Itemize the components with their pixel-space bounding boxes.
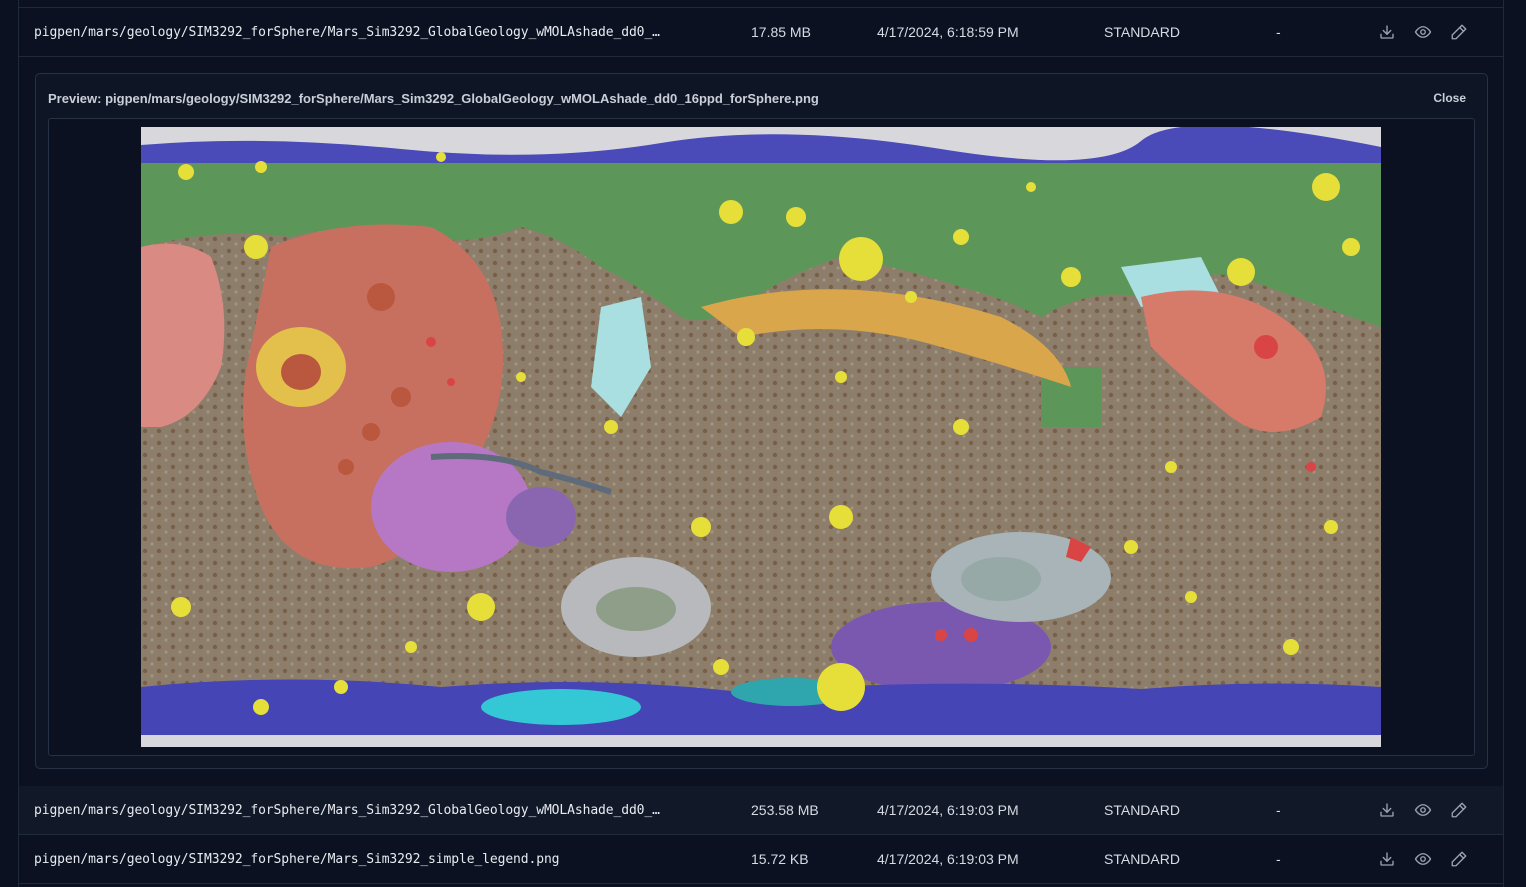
mars-geology-map-image [141, 127, 1381, 747]
file-path[interactable]: pigpen/mars/geology/SIM3292_forSphere/Ma… [34, 803, 660, 818]
file-size: 253.58 MB [751, 802, 819, 818]
file-date: 4/17/2024, 6:19:03 PM [877, 851, 1019, 867]
storage-class: STANDARD [1104, 24, 1180, 40]
table-row[interactable]: pigpen/mars/geology/SIM3292_forSphere/Ma… [19, 835, 1503, 884]
extra-field: - [1276, 802, 1281, 818]
extra-field: - [1276, 851, 1281, 867]
eye-icon[interactable] [1412, 848, 1434, 870]
file-path[interactable]: pigpen/mars/geology/SIM3292_forSphere/Ma… [34, 852, 560, 867]
table-row[interactable]: pigpen/mars/geology/SIM3292_forSphere/Ma… [19, 786, 1503, 835]
storage-class: STANDARD [1104, 851, 1180, 867]
download-icon[interactable] [1376, 21, 1398, 43]
download-icon[interactable] [1376, 848, 1398, 870]
pencil-icon[interactable] [1448, 799, 1470, 821]
pencil-icon[interactable] [1448, 848, 1470, 870]
close-preview-button[interactable]: Close [1433, 91, 1466, 105]
storage-class: STANDARD [1104, 802, 1180, 818]
eye-icon[interactable] [1412, 799, 1434, 821]
file-date: 4/17/2024, 6:19:03 PM [877, 802, 1019, 818]
file-size: 15.72 KB [751, 851, 809, 867]
preview-panel: Preview: pigpen/mars/geology/SIM3292_for… [35, 73, 1488, 769]
download-icon[interactable] [1376, 799, 1398, 821]
extra-field: - [1276, 24, 1281, 40]
eye-icon[interactable] [1412, 21, 1434, 43]
file-date: 4/17/2024, 6:18:59 PM [877, 24, 1019, 40]
file-size: 17.85 MB [751, 24, 811, 40]
preview-image-frame [48, 118, 1475, 756]
file-path[interactable]: pigpen/mars/geology/SIM3292_forSphere/Ma… [34, 25, 660, 40]
table-row[interactable]: pigpen/mars/geology/SIM3292_forSphere/Ma… [19, 8, 1503, 57]
pencil-icon[interactable] [1448, 21, 1470, 43]
preview-title: Preview: pigpen/mars/geology/SIM3292_for… [48, 91, 819, 106]
